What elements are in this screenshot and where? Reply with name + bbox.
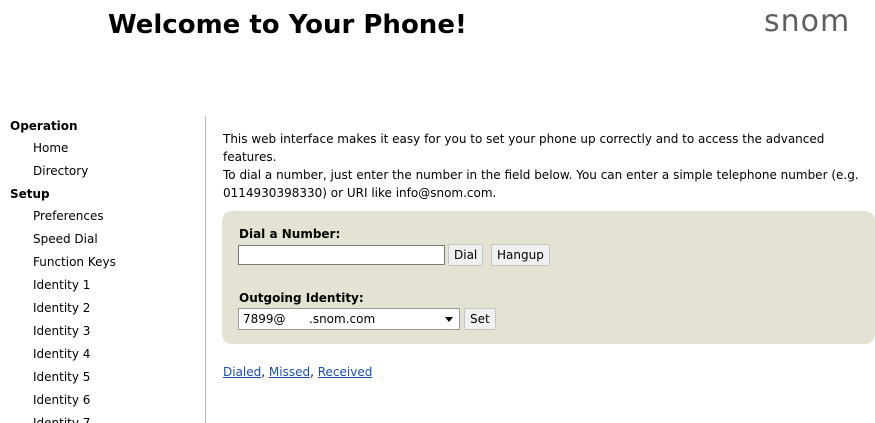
- dial-number-input[interactable]: [238, 245, 445, 265]
- page-title: Welcome to Your Phone!: [108, 10, 467, 40]
- dialed-calls-link[interactable]: Dialed: [223, 365, 261, 379]
- dial-button[interactable]: Dial: [448, 244, 484, 266]
- call-list-links: Dialed, Missed, Received: [223, 365, 372, 379]
- nav-item-identity-4[interactable]: Identity 4: [10, 343, 200, 366]
- link-separator: ,: [261, 365, 269, 379]
- received-calls-link[interactable]: Received: [318, 365, 373, 379]
- nav-item-preferences[interactable]: Preferences: [10, 205, 200, 228]
- chevron-down-icon: [445, 317, 453, 322]
- nav-item-directory[interactable]: Directory: [10, 160, 200, 183]
- outgoing-identity-select[interactable]: 7899@ .snom.com: [238, 308, 460, 330]
- identity-domain-value: .snom.com: [309, 312, 376, 326]
- nav-item-identity-6[interactable]: Identity 6: [10, 389, 200, 412]
- nav-item-identity-2[interactable]: Identity 2: [10, 297, 200, 320]
- snom-logo: snom: [764, 4, 851, 39]
- sidebar-divider: [205, 116, 206, 423]
- intro-text: This web interface makes it easy for you…: [223, 130, 863, 202]
- missed-calls-link[interactable]: Missed: [269, 365, 310, 379]
- dial-panel: Dial a Number: Dial Hangup Outgoing Iden…: [222, 211, 875, 344]
- link-separator: ,: [310, 365, 318, 379]
- dial-number-label: Dial a Number:: [239, 227, 341, 241]
- nav-heading-operation: Operation: [10, 119, 78, 133]
- hangup-button[interactable]: Hangup: [491, 244, 550, 266]
- outgoing-identity-label: Outgoing Identity:: [239, 291, 364, 305]
- nav-heading-setup: Setup: [10, 187, 50, 201]
- sidebar-nav: Operation Home Directory Setup Preferenc…: [10, 115, 200, 423]
- nav-item-identity-5[interactable]: Identity 5: [10, 366, 200, 389]
- nav-item-function-keys[interactable]: Function Keys: [10, 251, 200, 274]
- nav-item-identity-7[interactable]: Identity 7: [10, 412, 200, 423]
- identity-user-value: 7899@: [243, 312, 286, 326]
- nav-item-speed-dial[interactable]: Speed Dial: [10, 228, 200, 251]
- intro-paragraph-1: This web interface makes it easy for you…: [223, 132, 825, 164]
- nav-item-identity-1[interactable]: Identity 1: [10, 274, 200, 297]
- set-identity-button[interactable]: Set: [464, 308, 496, 330]
- nav-item-identity-3[interactable]: Identity 3: [10, 320, 200, 343]
- intro-paragraph-2: To dial a number, just enter the number …: [223, 168, 859, 200]
- nav-item-home[interactable]: Home: [10, 137, 200, 160]
